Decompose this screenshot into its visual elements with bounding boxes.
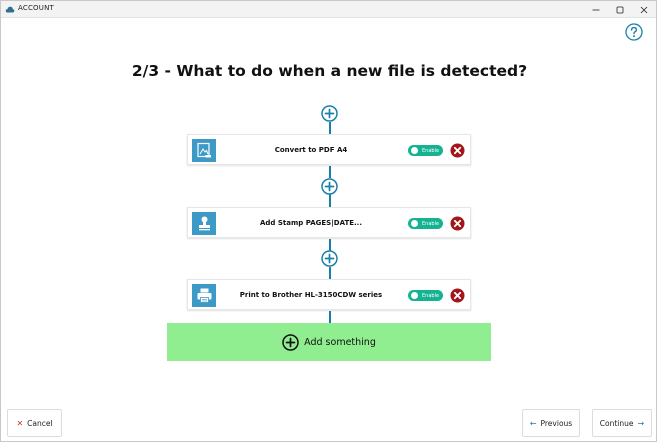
step-card-stamp[interactable]: Add Stamp PAGES|DATE... Enable (187, 207, 471, 238)
continue-button[interactable]: Continue → (592, 409, 652, 437)
step-card-print[interactable]: Print to Brother HL-3150CDW series Enabl… (187, 279, 471, 310)
insert-step-button-1[interactable] (321, 105, 338, 122)
toggle-knob (411, 220, 418, 227)
minimize-button[interactable] (584, 1, 608, 18)
add-something-label: Add something (304, 336, 376, 348)
maximize-icon (616, 6, 624, 13)
enable-toggle[interactable]: Enable (408, 218, 443, 229)
add-something-content: Add something (282, 333, 376, 351)
connector-line (329, 122, 331, 134)
cancel-label: Cancel (27, 418, 53, 428)
close-icon (640, 6, 648, 13)
step-label: Convert to PDF A4 (274, 145, 348, 154)
title-bar: ACCOUNT (1, 1, 656, 18)
page-title: 2/3 - What to do when a new file is dete… (131, 62, 528, 80)
enable-toggle[interactable]: Enable (408, 290, 443, 301)
maximize-button[interactable] (608, 1, 632, 18)
close-button[interactable] (632, 1, 656, 18)
insert-step-button-2[interactable] (321, 178, 338, 195)
toggle-label: Enable (422, 220, 440, 227)
app-cloud-icon (5, 6, 15, 13)
toggle-knob (411, 292, 418, 299)
connector-line (329, 311, 331, 323)
stamp-icon (192, 212, 216, 235)
previous-label: Previous (540, 418, 573, 428)
arrow-right-icon: → (637, 418, 645, 428)
connector-line (329, 267, 331, 279)
window-title: ACCOUNT (18, 4, 54, 12)
step-card-convert[interactable]: Convert to PDF A4 Enable (187, 134, 471, 165)
previous-button[interactable]: ← Previous (522, 409, 580, 437)
minimize-icon (592, 9, 600, 10)
arrow-left-icon: ← (529, 418, 537, 428)
remove-step-button[interactable] (450, 288, 465, 303)
pdf-convert-icon (192, 139, 216, 162)
step-label: Print to Brother HL-3150CDW series (239, 290, 383, 299)
toggle-label: Enable (422, 292, 440, 299)
remove-step-button[interactable] (450, 216, 465, 231)
connector-line (329, 194, 331, 207)
add-something-button[interactable]: Add something (167, 323, 491, 361)
continue-label: Continue (599, 418, 634, 428)
enable-toggle[interactable]: Enable (408, 145, 443, 156)
plus-circle-icon (282, 333, 299, 351)
app-window: ACCOUNT 2/3 - What to do when a new file… (0, 0, 657, 442)
insert-step-button-3[interactable] (321, 250, 338, 267)
toggle-knob (411, 147, 418, 154)
printer-icon (192, 284, 216, 307)
step-label: Add Stamp PAGES|DATE... (260, 218, 362, 227)
question-circle-icon[interactable] (625, 23, 643, 41)
connector-line (329, 166, 331, 178)
toggle-label: Enable (422, 147, 440, 154)
cancel-button[interactable]: ✕ Cancel (7, 409, 62, 437)
x-icon: ✕ (16, 418, 24, 428)
remove-step-button[interactable] (450, 143, 465, 158)
